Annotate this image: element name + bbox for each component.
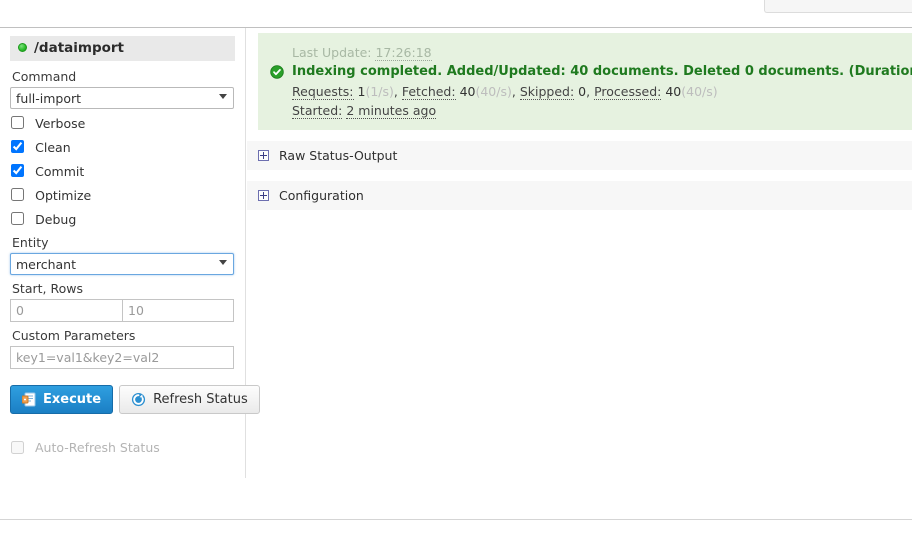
- debug-label: Debug: [35, 212, 77, 227]
- custom-parameters-input[interactable]: [10, 346, 234, 369]
- skipped-value: 0: [578, 84, 587, 99]
- status-message-line: Indexing completed. Added/Updated: 40 do…: [270, 62, 912, 82]
- last-update-label: Last Update:: [292, 45, 372, 60]
- fetched-label: Fetched:: [401, 84, 456, 100]
- refresh-status-button-label: Refresh Status: [153, 392, 248, 407]
- optimize-checkbox[interactable]: [11, 188, 24, 201]
- refresh-status-button[interactable]: Refresh Status: [119, 385, 260, 414]
- verbose-checkbox[interactable]: [11, 116, 24, 129]
- custom-parameters-label: Custom Parameters: [12, 328, 136, 343]
- requests-label: Requests:: [292, 84, 354, 100]
- command-select-wrap: full-import: [10, 87, 234, 109]
- started-line: Started: 2 minutes ago: [270, 101, 900, 120]
- execute-button[interactable]: Execute: [10, 385, 114, 414]
- processed-label: Processed:: [594, 84, 662, 100]
- processed-rate: (40/s): [681, 84, 718, 99]
- section-raw-status-output[interactable]: Raw Status-Output: [247, 140, 912, 170]
- handler-name: /dataimport: [34, 40, 125, 56]
- expand-plus-icon: [258, 150, 269, 161]
- optimize-label: Optimize: [35, 188, 92, 203]
- fetched-value: 40: [459, 84, 476, 99]
- requests-rate: (1/s): [365, 84, 394, 99]
- entity-select-wrap: merchant: [10, 253, 234, 275]
- section-configuration[interactable]: Configuration: [247, 180, 912, 210]
- section-raw-status-output-label: Raw Status-Output: [279, 148, 398, 163]
- sep-2: ,: [511, 84, 516, 99]
- fetched-rate: (40/s): [475, 84, 512, 99]
- sep-1: ,: [393, 84, 398, 99]
- content-frame: /dataimport Command full-import Verbose …: [0, 27, 912, 519]
- dataimport-status-panel: Last Update: 17:26:18 Indexing completed…: [247, 28, 912, 520]
- document-icon: [22, 392, 36, 407]
- start-rows-label: Start, Rows: [12, 281, 83, 296]
- dataimport-form-panel: /dataimport Command full-import Verbose …: [0, 28, 260, 478]
- skipped-label: Skipped:: [519, 84, 575, 100]
- verbose-label: Verbose: [35, 116, 86, 131]
- status-message-text: Indexing completed. Added/Updated: 40 do…: [292, 64, 912, 79]
- footer: Documentation Issue Tracker: [0, 519, 912, 538]
- sep-3: ,: [586, 84, 591, 99]
- started-value: 2 minutes ago: [346, 103, 437, 119]
- command-label: Command: [12, 69, 77, 84]
- expand-plus-icon: [258, 190, 269, 201]
- checkbox-row-verbose[interactable]: Verbose: [11, 114, 235, 133]
- command-select[interactable]: full-import: [10, 87, 234, 109]
- clean-label: Clean: [35, 140, 71, 155]
- execute-button-label: Execute: [43, 392, 102, 407]
- last-update-line: Last Update: 17:26:18: [270, 43, 900, 62]
- auto-refresh-status-row[interactable]: Auto-Refresh Status: [10, 440, 235, 455]
- auto-refresh-label: Auto-Refresh Status: [34, 440, 160, 455]
- status-details-line: Requests: 1(1/s), Fetched: 40(40/s), Ski…: [270, 82, 900, 101]
- checkbox-row-commit[interactable]: Commit: [11, 162, 235, 181]
- footer-links: Documentation Issue Tracker: [0, 526, 912, 538]
- commit-label: Commit: [35, 164, 85, 179]
- top-scrolled-panel-sliver: [764, 0, 912, 13]
- accordion-gap-top: [247, 130, 912, 140]
- handler-header: /dataimport: [10, 36, 235, 61]
- entity-select[interactable]: merchant: [10, 253, 234, 275]
- options-checkbox-group: Verbose Clean Commit Optimize Debug: [10, 114, 235, 229]
- auto-refresh-checkbox[interactable]: [11, 441, 24, 454]
- green-status-dot: [18, 42, 27, 52]
- section-configuration-label: Configuration: [279, 188, 364, 203]
- entity-label: Entity: [12, 235, 49, 250]
- status-box: Last Update: 17:26:18 Indexing completed…: [258, 33, 912, 130]
- accordion-gap-mid: [247, 170, 912, 180]
- commit-checkbox[interactable]: [11, 164, 24, 177]
- start-input[interactable]: [10, 299, 122, 322]
- rows-input[interactable]: [122, 299, 234, 322]
- processed-value: 40: [665, 84, 682, 99]
- clean-checkbox[interactable]: [11, 140, 24, 153]
- refresh-icon: [131, 392, 146, 407]
- success-check-icon: [270, 65, 284, 79]
- start-rows-inputs: [10, 299, 234, 322]
- checkbox-row-clean[interactable]: Clean: [11, 138, 235, 157]
- dataimport-page: /dataimport Command full-import Verbose …: [0, 0, 912, 538]
- checkbox-row-debug[interactable]: Debug: [11, 210, 235, 229]
- debug-checkbox[interactable]: [11, 212, 24, 225]
- last-update-value: 17:26:18: [375, 45, 432, 61]
- started-label: Started:: [292, 103, 343, 119]
- action-button-row: Execute Refresh Status: [10, 385, 260, 414]
- checkbox-row-optimize[interactable]: Optimize: [11, 186, 235, 205]
